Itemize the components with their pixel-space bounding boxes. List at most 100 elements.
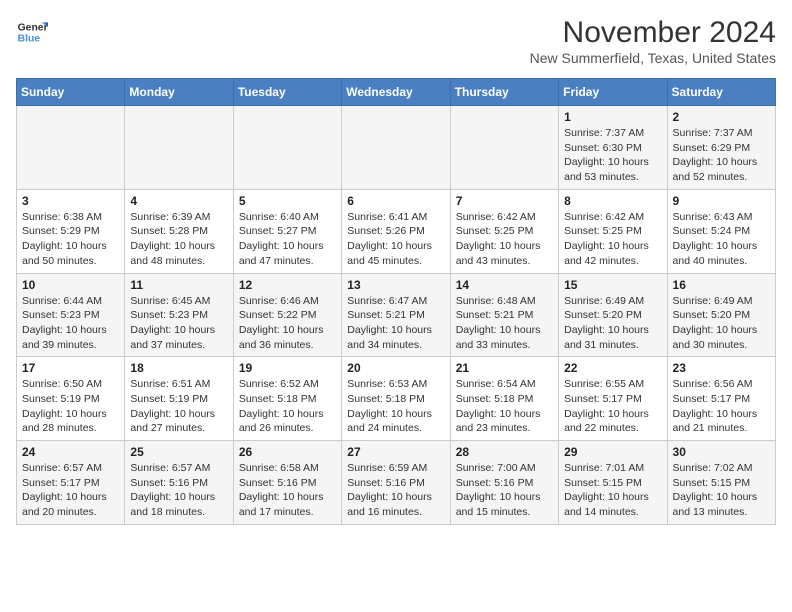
day-cell xyxy=(450,106,558,190)
header-cell-thursday: Thursday xyxy=(450,79,558,106)
day-info: Sunrise: 6:48 AM Sunset: 5:21 PM Dayligh… xyxy=(456,294,553,353)
week-row-4: 17 Sunrise: 6:50 AM Sunset: 5:19 PM Dayli… xyxy=(17,357,776,441)
day-info: Sunrise: 6:59 AM Sunset: 5:16 PM Dayligh… xyxy=(347,461,444,520)
day-number: 11 xyxy=(130,278,227,292)
day-cell: 5 Sunrise: 6:40 AM Sunset: 5:27 PM Daylig… xyxy=(233,189,341,273)
day-cell: 19Sunrise: 6:52 AM Sunset: 5:18 PM Dayli… xyxy=(233,357,341,441)
day-info: Sunrise: 6:58 AM Sunset: 5:16 PM Dayligh… xyxy=(239,461,336,520)
day-number: 3 xyxy=(22,194,119,208)
day-cell: 28Sunrise: 7:00 AM Sunset: 5:16 PM Dayli… xyxy=(450,441,558,525)
day-number: 15 xyxy=(564,278,661,292)
logo-icon: General Blue xyxy=(16,16,48,48)
day-info: Sunrise: 6:41 AM Sunset: 5:26 PM Dayligh… xyxy=(347,210,444,269)
header-cell-tuesday: Tuesday xyxy=(233,79,341,106)
day-cell: 14 Sunrise: 6:48 AM Sunset: 5:21 PM Dayli… xyxy=(450,273,558,357)
main-title: November 2024 xyxy=(530,16,776,50)
day-number: 9 xyxy=(673,194,770,208)
day-number: 13 xyxy=(347,278,444,292)
day-info: Sunrise: 6:43 AM Sunset: 5:24 PM Dayligh… xyxy=(673,210,770,269)
logo: General Blue xyxy=(16,16,48,48)
day-info: Sunrise: 7:37 AM Sunset: 6:29 PM Dayligh… xyxy=(673,126,770,185)
day-info: Sunrise: 7:02 AM Sunset: 5:15 PM Dayligh… xyxy=(673,461,770,520)
day-cell: 27 Sunrise: 6:59 AM Sunset: 5:16 PM Dayli… xyxy=(342,441,450,525)
week-row-5: 24 Sunrise: 6:57 AM Sunset: 5:17 PM Dayli… xyxy=(17,441,776,525)
day-cell: 2 Sunrise: 7:37 AM Sunset: 6:29 PM Daylig… xyxy=(667,106,775,190)
calendar-body: 1 Sunrise: 7:37 AM Sunset: 6:30 PM Daylig… xyxy=(17,106,776,525)
day-cell: 21 Sunrise: 6:54 AM Sunset: 5:18 PM Dayli… xyxy=(450,357,558,441)
day-number: 16 xyxy=(673,278,770,292)
day-number: 18 xyxy=(130,361,227,375)
title-block: November 2024 New Summerfield, Texas, Un… xyxy=(530,16,776,66)
day-info: Sunrise: 6:39 AM Sunset: 5:28 PM Dayligh… xyxy=(130,210,227,269)
day-info: Sunrise: 6:38 AM Sunset: 5:29 PM Dayligh… xyxy=(22,210,119,269)
day-info: Sunrise: 6:50 AM Sunset: 5:19 PM Dayligh… xyxy=(22,377,119,436)
day-cell: 22 Sunrise: 6:55 AM Sunset: 5:17 PM Dayli… xyxy=(559,357,667,441)
day-number: 27 xyxy=(347,445,444,459)
day-number: 30 xyxy=(673,445,770,459)
week-row-3: 10 Sunrise: 6:44 AM Sunset: 5:23 PM Dayli… xyxy=(17,273,776,357)
day-number: 23 xyxy=(673,361,770,375)
day-info: Sunrise: 7:01 AM Sunset: 5:15 PM Dayligh… xyxy=(564,461,661,520)
header-cell-monday: Monday xyxy=(125,79,233,106)
day-info: Sunrise: 7:00 AM Sunset: 5:16 PM Dayligh… xyxy=(456,461,553,520)
day-number: 24 xyxy=(22,445,119,459)
day-cell xyxy=(342,106,450,190)
day-cell: 23 Sunrise: 6:56 AM Sunset: 5:17 PM Dayli… xyxy=(667,357,775,441)
day-info: Sunrise: 6:42 AM Sunset: 5:25 PM Dayligh… xyxy=(456,210,553,269)
day-number: 21 xyxy=(456,361,553,375)
day-cell xyxy=(17,106,125,190)
svg-text:General: General xyxy=(18,22,48,33)
day-cell: 11Sunrise: 6:45 AM Sunset: 5:23 PM Dayli… xyxy=(125,273,233,357)
day-cell: 6 Sunrise: 6:41 AM Sunset: 5:26 PM Daylig… xyxy=(342,189,450,273)
week-row-2: 3 Sunrise: 6:38 AM Sunset: 5:29 PM Daylig… xyxy=(17,189,776,273)
day-number: 8 xyxy=(564,194,661,208)
day-number: 5 xyxy=(239,194,336,208)
day-info: Sunrise: 6:57 AM Sunset: 5:17 PM Dayligh… xyxy=(22,461,119,520)
day-info: Sunrise: 6:54 AM Sunset: 5:18 PM Dayligh… xyxy=(456,377,553,436)
day-number: 7 xyxy=(456,194,553,208)
day-cell: 4 Sunrise: 6:39 AM Sunset: 5:28 PM Daylig… xyxy=(125,189,233,273)
day-info: Sunrise: 6:57 AM Sunset: 5:16 PM Dayligh… xyxy=(130,461,227,520)
day-info: Sunrise: 7:37 AM Sunset: 6:30 PM Dayligh… xyxy=(564,126,661,185)
day-number: 26 xyxy=(239,445,336,459)
day-info: Sunrise: 6:51 AM Sunset: 5:19 PM Dayligh… xyxy=(130,377,227,436)
day-info: Sunrise: 6:46 AM Sunset: 5:22 PM Dayligh… xyxy=(239,294,336,353)
day-cell: 10 Sunrise: 6:44 AM Sunset: 5:23 PM Dayli… xyxy=(17,273,125,357)
day-number: 12 xyxy=(239,278,336,292)
day-info: Sunrise: 6:47 AM Sunset: 5:21 PM Dayligh… xyxy=(347,294,444,353)
day-number: 25 xyxy=(130,445,227,459)
day-info: Sunrise: 6:40 AM Sunset: 5:27 PM Dayligh… xyxy=(239,210,336,269)
header-cell-saturday: Saturday xyxy=(667,79,775,106)
day-number: 29 xyxy=(564,445,661,459)
day-number: 17 xyxy=(22,361,119,375)
day-cell: 24 Sunrise: 6:57 AM Sunset: 5:17 PM Dayli… xyxy=(17,441,125,525)
day-info: Sunrise: 6:42 AM Sunset: 5:25 PM Dayligh… xyxy=(564,210,661,269)
day-cell: 30 Sunrise: 7:02 AM Sunset: 5:15 PM Dayli… xyxy=(667,441,775,525)
subtitle: New Summerfield, Texas, United States xyxy=(530,50,776,66)
day-number: 22 xyxy=(564,361,661,375)
day-number: 14 xyxy=(456,278,553,292)
day-number: 10 xyxy=(22,278,119,292)
day-cell: 7 Sunrise: 6:42 AM Sunset: 5:25 PM Daylig… xyxy=(450,189,558,273)
day-info: Sunrise: 6:55 AM Sunset: 5:17 PM Dayligh… xyxy=(564,377,661,436)
calendar-table: SundayMondayTuesdayWednesdayThursdayFrid… xyxy=(16,78,776,525)
week-row-1: 1 Sunrise: 7:37 AM Sunset: 6:30 PM Daylig… xyxy=(17,106,776,190)
header-cell-wednesday: Wednesday xyxy=(342,79,450,106)
day-cell: 29 Sunrise: 7:01 AM Sunset: 5:15 PM Dayli… xyxy=(559,441,667,525)
day-number: 4 xyxy=(130,194,227,208)
day-info: Sunrise: 6:44 AM Sunset: 5:23 PM Dayligh… xyxy=(22,294,119,353)
day-info: Sunrise: 6:56 AM Sunset: 5:17 PM Dayligh… xyxy=(673,377,770,436)
day-cell: 18 Sunrise: 6:51 AM Sunset: 5:19 PM Dayli… xyxy=(125,357,233,441)
svg-text:Blue: Blue xyxy=(18,34,41,45)
day-cell: 9 Sunrise: 6:43 AM Sunset: 5:24 PM Daylig… xyxy=(667,189,775,273)
day-number: 19 xyxy=(239,361,336,375)
day-cell xyxy=(125,106,233,190)
day-cell: 13 Sunrise: 6:47 AM Sunset: 5:21 PM Dayli… xyxy=(342,273,450,357)
day-cell: 1 Sunrise: 7:37 AM Sunset: 6:30 PM Daylig… xyxy=(559,106,667,190)
header-cell-sunday: Sunday xyxy=(17,79,125,106)
day-cell: 26 Sunrise: 6:58 AM Sunset: 5:16 PM Dayli… xyxy=(233,441,341,525)
day-number: 1 xyxy=(564,110,661,124)
day-number: 6 xyxy=(347,194,444,208)
day-number: 2 xyxy=(673,110,770,124)
calendar-header: SundayMondayTuesdayWednesdayThursdayFrid… xyxy=(17,79,776,106)
